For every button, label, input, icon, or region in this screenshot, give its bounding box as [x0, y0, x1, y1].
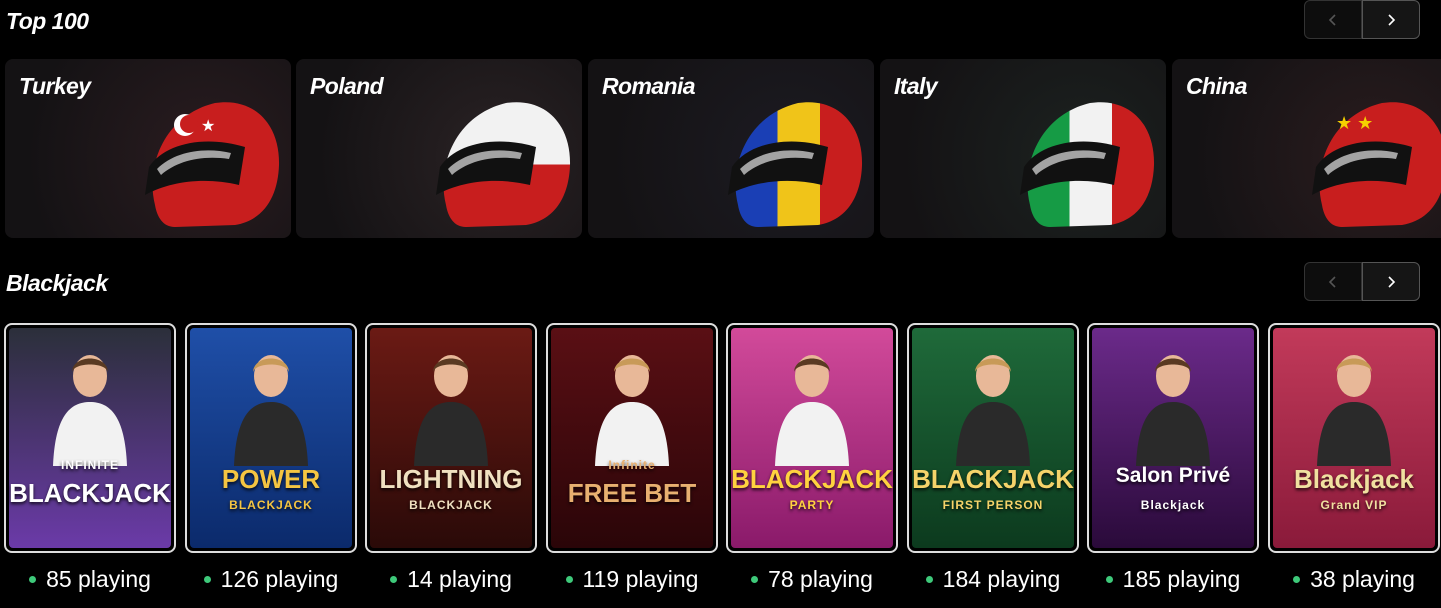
helmet-icon: ★ ★ — [1312, 102, 1441, 227]
helmet-icon: ★ — [145, 102, 280, 227]
section-title-blackjack: Blackjack — [6, 270, 108, 296]
dealer-image — [767, 346, 857, 466]
blackjack-carousel-nav — [1304, 262, 1421, 303]
game-subtitle: BLACKJACK — [229, 498, 313, 512]
game-subtitle: PARTY — [789, 498, 835, 512]
chevron-right-icon — [1388, 275, 1396, 288]
player-count: 14 playing — [365, 566, 537, 593]
country-card[interactable]: China ★ ★ — [1172, 59, 1441, 238]
svg-text:★ ★: ★ ★ — [1336, 113, 1373, 133]
dealer-image — [45, 346, 135, 466]
game-logo: BLACKJACK — [731, 464, 893, 494]
player-count: 38 playing — [1268, 566, 1440, 593]
game-logo: Salon Privé — [1115, 464, 1231, 487]
live-dot-icon — [203, 576, 211, 583]
game-logo: FREE BET — [567, 478, 697, 508]
player-count-text: 126 playing — [220, 566, 339, 592]
player-count-text: 38 playing — [1310, 566, 1415, 592]
player-count-text: 184 playing — [942, 566, 1061, 592]
player-count: 185 playing — [1087, 566, 1259, 593]
game-logo: Blackjack — [1294, 464, 1414, 494]
live-dot-icon — [925, 576, 933, 583]
dealer-image — [1128, 346, 1218, 466]
game-thumbnail[interactable]: Grand VIP Blackjack — [1268, 323, 1440, 553]
helmet-icon — [1020, 102, 1155, 227]
player-count-text: 119 playing — [582, 566, 699, 592]
game-card[interactable]: PARTY BLACKJACK 78 playing — [726, 323, 898, 593]
country-name: Italy — [894, 73, 938, 99]
game-thumbnail[interactable]: INFINITE BLACKJACK — [4, 323, 176, 553]
live-dot-icon — [751, 576, 759, 583]
chevron-left-icon — [1328, 275, 1336, 288]
player-count: 184 playing — [907, 566, 1079, 593]
game-logo: POWER — [221, 464, 321, 494]
top100-next-button[interactable] — [1362, 0, 1420, 39]
game-subtitle: Grand VIP — [1320, 498, 1388, 512]
live-dot-icon — [1293, 576, 1301, 583]
country-name: China — [1186, 73, 1247, 99]
player-count-text: 78 playing — [768, 566, 873, 592]
chevron-right-icon — [1388, 13, 1396, 26]
player-count-text: 185 playing — [1122, 566, 1241, 592]
game-card[interactable]: Grand VIP Blackjack 38 playing — [1268, 323, 1440, 593]
game-thumbnail[interactable]: PARTY BLACKJACK — [726, 323, 898, 553]
blackjack-carousel: INFINITE BLACKJACK 85 playing BLACKJACK POW… — [4, 323, 1441, 608]
game-thumbnail[interactable]: Infinite FREE BET — [546, 323, 718, 553]
game-card[interactable]: Blackjack Salon Privé 185 playing — [1087, 323, 1259, 593]
live-dot-icon — [565, 576, 573, 583]
country-name: Poland — [310, 73, 384, 99]
chevron-left-icon — [1328, 13, 1336, 26]
player-count-text: 85 playing — [46, 566, 151, 592]
section-title-top100: Top 100 — [6, 8, 89, 34]
game-logo: LIGHTNING — [379, 464, 523, 494]
game-card[interactable]: Infinite FREE BET 119 playing — [546, 323, 718, 593]
country-card[interactable]: Turkey ★ — [5, 59, 291, 238]
country-name: Turkey — [19, 73, 91, 99]
helmet-icon — [436, 102, 571, 227]
blackjack-prev-button[interactable] — [1304, 262, 1362, 301]
game-subtitle: BLACKJACK — [409, 498, 493, 512]
player-count: 126 playing — [185, 566, 357, 593]
game-thumbnail[interactable]: BLACKJACK POWER — [185, 323, 357, 553]
blackjack-next-button[interactable] — [1362, 262, 1420, 301]
country-card[interactable]: Italy — [880, 59, 1166, 238]
country-name: Romania — [602, 73, 696, 99]
svg-text:★: ★ — [201, 118, 215, 135]
game-subtitle: Blackjack — [1140, 498, 1206, 512]
game-subtitle: INFINITE — [61, 458, 119, 472]
dealer-image — [587, 346, 677, 466]
game-logo: BLACKJACK — [9, 478, 171, 508]
game-card[interactable]: BLACKJACK POWER 126 playing — [185, 323, 357, 593]
country-card[interactable]: Romania — [588, 59, 874, 238]
country-card[interactable]: Poland — [296, 59, 582, 238]
dealer-image — [948, 346, 1038, 466]
game-subtitle: FIRST PERSON — [942, 498, 1044, 512]
helmet-icon — [728, 102, 863, 227]
game-card[interactable]: INFINITE BLACKJACK 85 playing — [4, 323, 176, 593]
player-count: 85 playing — [4, 566, 176, 593]
top100-prev-button[interactable] — [1304, 0, 1362, 39]
game-card[interactable]: FIRST PERSON BLACKJACK 184 playing — [907, 323, 1079, 593]
top100-carousel: Turkey ★ Poland Romania Italy China ★ ★ — [5, 59, 1441, 238]
game-logo: BLACKJACK — [912, 464, 1074, 494]
live-dot-icon — [29, 576, 37, 583]
dealer-image — [406, 346, 496, 466]
live-dot-icon — [1105, 576, 1113, 583]
game-card[interactable]: BLACKJACK LIGHTNING 14 playing — [365, 323, 537, 593]
player-count-text: 14 playing — [407, 566, 512, 592]
dealer-image — [226, 346, 316, 466]
game-thumbnail[interactable]: FIRST PERSON BLACKJACK — [907, 323, 1079, 553]
player-count: 78 playing — [726, 566, 898, 593]
game-thumbnail[interactable]: BLACKJACK LIGHTNING — [365, 323, 537, 553]
dealer-image — [1309, 346, 1399, 466]
live-dot-icon — [390, 576, 398, 583]
player-count: 119 playing — [546, 566, 718, 593]
top100-carousel-nav — [1304, 0, 1421, 41]
game-subtitle: Infinite — [608, 458, 656, 472]
game-thumbnail[interactable]: Blackjack Salon Privé — [1087, 323, 1259, 553]
